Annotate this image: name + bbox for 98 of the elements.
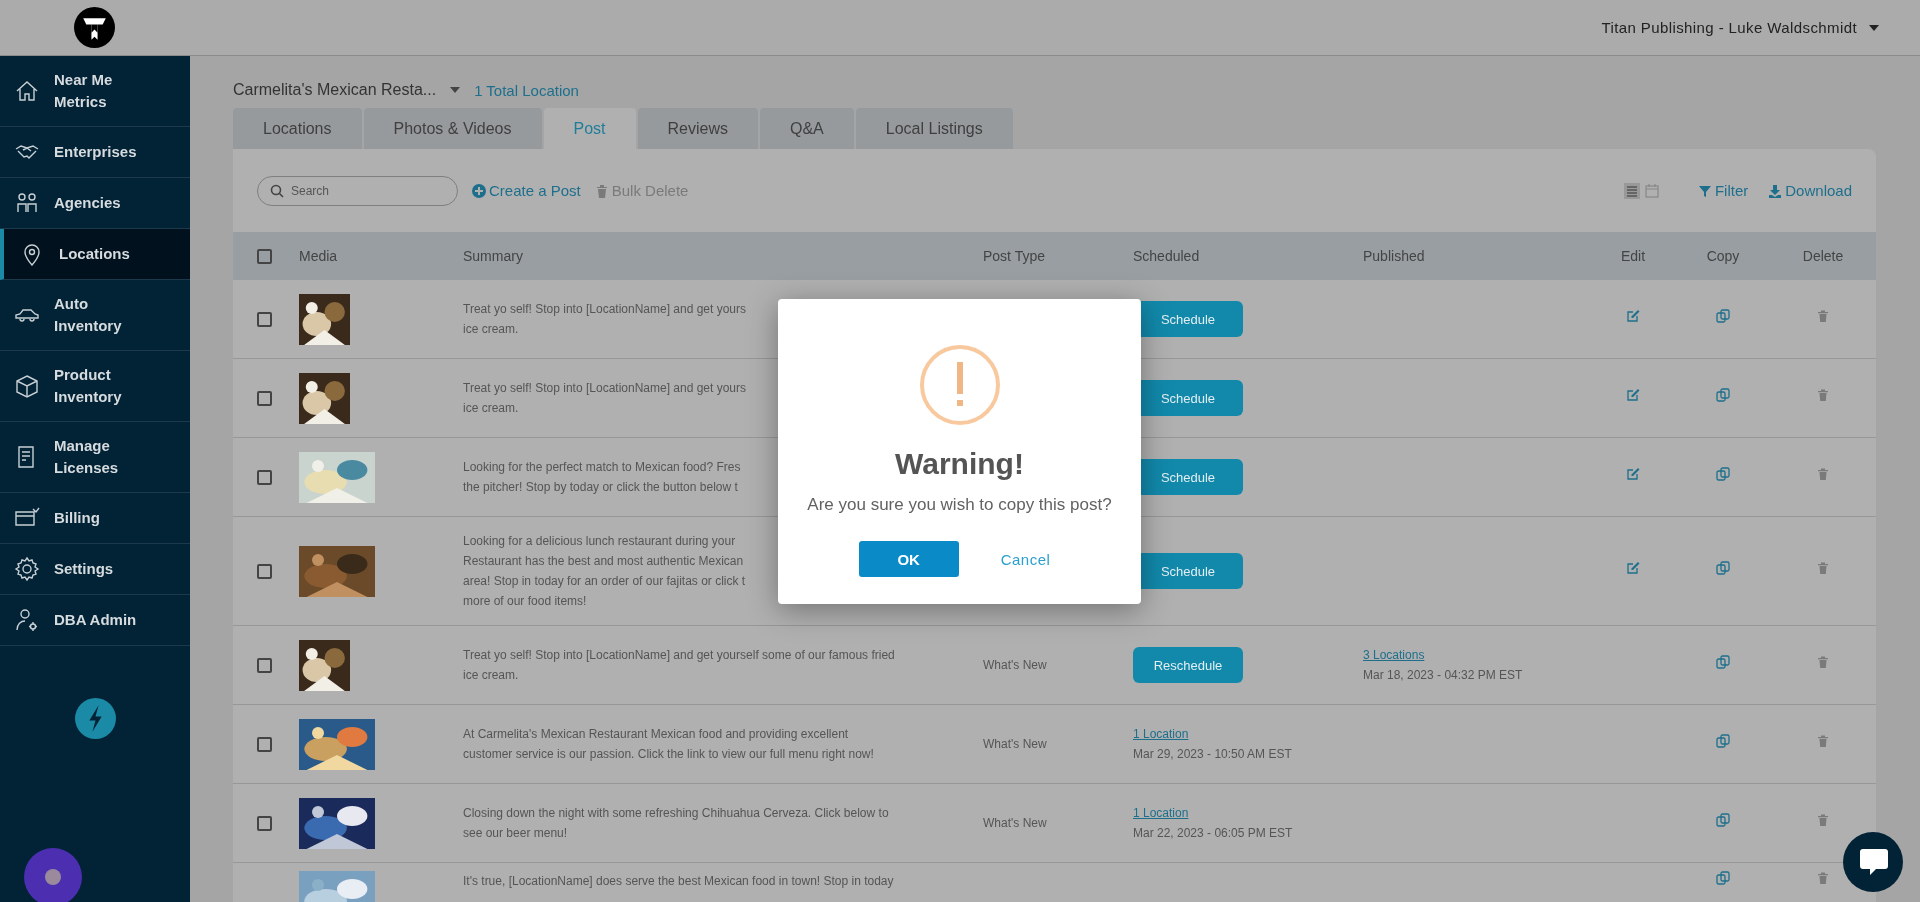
- warning-icon: [918, 344, 1001, 426]
- summary-text: ice cream.: [463, 667, 519, 684]
- location-count: 1 Total Location: [474, 81, 579, 99]
- summary-text: the pitcher! Stop by today or click the button below t: [463, 479, 738, 496]
- summary-text: customer service is our passion. Click the link to view our full menu right now!: [463, 746, 874, 763]
- summary-text: see our beer menu!: [463, 825, 568, 842]
- account-menu[interactable]: Titan Publishing - Luke Waldschmidt: [1601, 19, 1879, 36]
- locations-link[interactable]: 1 Location: [1133, 806, 1189, 820]
- assistant-icon[interactable]: [24, 848, 82, 902]
- summary-text: At Carmelita's Mexican Restaurant Mexican food and providing excellent: [463, 726, 849, 743]
- post-type: What's New: [983, 815, 1047, 832]
- create-post-link[interactable]: Create a Post: [472, 182, 581, 199]
- ok-button[interactable]: OK: [858, 541, 959, 577]
- edit-icon[interactable]: [1626, 309, 1640, 323]
- summary-text: Restaurant has the best and most authentic Mexican: [463, 553, 744, 570]
- calendar-icon[interactable]: [1643, 182, 1660, 199]
- download-icon: [1768, 183, 1783, 198]
- publish-date: Mar 18, 2023 - 04:32 PM EST: [1363, 667, 1524, 684]
- checkbox[interactable]: [257, 248, 272, 264]
- column-header: Summary: [463, 248, 524, 264]
- column-header: Media: [299, 248, 339, 264]
- copy-icon[interactable]: [1716, 813, 1730, 827]
- edit-icon[interactable]: [1626, 388, 1640, 402]
- column-header: Post Type: [983, 248, 1046, 264]
- trash-icon[interactable]: [1816, 388, 1830, 402]
- search-field[interactable]: Search: [257, 175, 458, 206]
- caret-icon: [1869, 24, 1879, 31]
- dialog-title: Warning!: [895, 447, 1024, 481]
- trash-icon[interactable]: [1816, 309, 1830, 323]
- column-header: Delete: [1802, 248, 1844, 264]
- copy-icon[interactable]: [1716, 388, 1730, 402]
- summary-text: ice cream.: [463, 400, 519, 417]
- download-link[interactable]: Download: [1768, 182, 1852, 199]
- schedule-date: Mar 22, 2023 - 06:05 PM EST: [1133, 825, 1294, 842]
- sidebar-item[interactable]: Locations: [0, 229, 190, 280]
- checkbox[interactable]: [257, 657, 272, 673]
- edit-icon[interactable]: [1626, 467, 1640, 481]
- column-header: Copy: [1706, 248, 1740, 264]
- trash-icon[interactable]: [1816, 813, 1830, 827]
- dialog-message: Are you sure you wish to copy this post?: [807, 495, 1112, 515]
- filter-link[interactable]: Filter: [1697, 182, 1749, 199]
- tab[interactable]: Local Listings: [855, 108, 1013, 149]
- cancel-button[interactable]: Cancel: [990, 550, 1061, 568]
- logo-icon[interactable]: [74, 7, 115, 48]
- tab[interactable]: Locations: [233, 108, 362, 149]
- summary-text: Looking for the perfect match to Mexican food? Fres: [463, 459, 741, 476]
- gear-icon: [14, 556, 40, 582]
- post-type: What's New: [983, 657, 1047, 674]
- copy-icon[interactable]: [1716, 734, 1730, 748]
- trash-icon[interactable]: [1816, 655, 1830, 669]
- trash-icon[interactable]: [1816, 734, 1830, 748]
- tab[interactable]: Q&A: [760, 108, 854, 149]
- copy-icon[interactable]: [1716, 871, 1730, 885]
- schedule-date: Mar 29, 2023 - 10:50 AM EST: [1133, 746, 1293, 763]
- list-view-icon[interactable]: [1623, 182, 1640, 199]
- summary-text: Treat yo self! Stop into [LocationName] and get yourself some of our famous fried: [463, 647, 895, 664]
- column-header: Edit: [1620, 248, 1646, 264]
- copy-icon[interactable]: [1716, 561, 1730, 575]
- tab[interactable]: Reviews: [637, 108, 758, 149]
- user-gear-icon: [14, 607, 40, 633]
- locations-link[interactable]: 1 Location: [1133, 727, 1189, 741]
- trash-icon[interactable]: [1816, 467, 1830, 481]
- chat-icon[interactable]: [1843, 832, 1903, 892]
- bolt-icon[interactable]: [74, 698, 116, 739]
- tab[interactable]: Post: [543, 108, 636, 149]
- locations-link[interactable]: 3 Locations: [1363, 648, 1425, 662]
- tab[interactable]: Photos & Videos: [363, 108, 542, 149]
- summary-text: ice cream.: [463, 321, 519, 338]
- trash-icon: [594, 183, 609, 198]
- house-icon: [14, 78, 40, 104]
- trash-icon[interactable]: [1816, 871, 1830, 885]
- location-dropdown[interactable]: Carmelita's Mexican Resta...: [233, 81, 461, 99]
- checkbox[interactable]: [257, 311, 272, 327]
- edit-icon[interactable]: [1626, 561, 1640, 575]
- checkbox[interactable]: [257, 815, 272, 831]
- summary-text: Closing down the night with some refreshing Chihuahua Cerveza. Click below to: [463, 805, 889, 822]
- summary-text: more of our food items!: [463, 593, 587, 610]
- column-header: Scheduled: [1133, 248, 1201, 264]
- caret-icon: [450, 87, 461, 93]
- column-header: Published: [1363, 248, 1426, 264]
- schedule-button[interactable]: Reschedule: [1133, 647, 1243, 683]
- copy-icon[interactable]: [1716, 309, 1730, 323]
- summary-text: It's true, [LocationName] does serve the best Mexican food in town! Stop in today: [463, 873, 894, 890]
- summary-text: area! Stop in today for an order of our fajitas or click t: [463, 573, 746, 590]
- summary-text: Looking for a delicious lunch restaurant during your: [463, 533, 736, 550]
- copy-icon[interactable]: [1716, 467, 1730, 481]
- checkbox[interactable]: [257, 390, 272, 406]
- box-icon: [14, 373, 40, 399]
- trash-icon[interactable]: [1816, 561, 1830, 575]
- checkbox[interactable]: [257, 563, 272, 579]
- checkbox[interactable]: [257, 736, 272, 752]
- checkbox[interactable]: [257, 469, 272, 485]
- post-type: What's New: [983, 736, 1047, 753]
- summary-text: Treat yo self! Stop into [LocationName] and get yours: [463, 301, 747, 318]
- funnel-icon: [1697, 183, 1712, 198]
- copy-icon[interactable]: [1716, 655, 1730, 669]
- plus-circle-icon: [472, 183, 486, 198]
- summary-text: Treat yo self! Stop into [LocationName] and get yours: [463, 380, 747, 397]
